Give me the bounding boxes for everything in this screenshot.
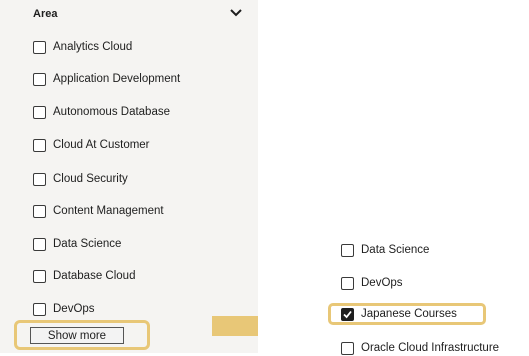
area-filter-title: Area: [33, 8, 58, 20]
filter-option-autonomous-database[interactable]: Autonomous Database: [33, 104, 170, 120]
chevron-down-icon[interactable]: [229, 8, 243, 18]
filter-option-label: Database Cloud: [53, 270, 136, 282]
area-filter-panel: Area Analytics Cloud Application Develop…: [0, 0, 258, 353]
filter-option-label: Oracle Cloud Infrastructure: [361, 342, 500, 354]
checkbox[interactable]: [33, 40, 46, 54]
expanded-filter-panel: Data Science DevOps Japanese Courses Ora…: [258, 226, 529, 356]
checkbox[interactable]: [33, 302, 46, 316]
filter-option-label: Content Management: [53, 205, 164, 217]
filter-option-label: Autonomous Database: [53, 106, 170, 118]
filter-option-devops[interactable]: DevOps: [341, 275, 403, 291]
filter-option-label: Cloud Security: [53, 173, 128, 185]
checkbox[interactable]: [341, 276, 354, 290]
checkbox[interactable]: [33, 204, 46, 218]
checkbox[interactable]: [33, 237, 46, 251]
filter-option-label: DevOps: [361, 277, 403, 289]
filter-option-label: Japanese Courses: [361, 308, 457, 320]
filter-option-label: Cloud At Customer: [53, 139, 150, 151]
filter-option-cloud-security[interactable]: Cloud Security: [33, 171, 128, 187]
checkbox[interactable]: [33, 72, 46, 86]
show-more-button[interactable]: Show more: [30, 327, 124, 344]
checkmark-icon: [343, 310, 352, 318]
filter-option-label: DevOps: [53, 303, 95, 315]
filter-option-label: Data Science: [361, 244, 430, 256]
checkbox[interactable]: [341, 243, 354, 257]
filter-option-label: Application Development: [53, 73, 181, 85]
filter-option-japanese-courses[interactable]: Japanese Courses: [341, 306, 457, 322]
checkbox[interactable]: [33, 105, 46, 119]
filter-option-oracle-cloud-infrastructure[interactable]: Oracle Cloud Infrastructure: [341, 340, 499, 356]
filter-option-cloud-at-customer[interactable]: Cloud At Customer: [33, 137, 150, 153]
checkbox[interactable]: [33, 172, 46, 186]
filter-option-database-cloud[interactable]: Database Cloud: [33, 268, 135, 284]
filter-option-data-science[interactable]: Data Science: [341, 242, 429, 258]
filter-option-data-science[interactable]: Data Science: [33, 236, 121, 252]
filter-option-application-development[interactable]: Application Development: [33, 71, 180, 87]
filter-option-analytics-cloud[interactable]: Analytics Cloud: [33, 39, 132, 55]
checkbox[interactable]: [33, 269, 46, 283]
filter-option-label: Analytics Cloud: [53, 41, 133, 53]
filter-option-content-management[interactable]: Content Management: [33, 203, 164, 219]
checkbox[interactable]: [33, 138, 46, 152]
filter-option-devops[interactable]: DevOps: [33, 301, 95, 317]
filter-option-label: Data Science: [53, 238, 122, 250]
checkbox-checked[interactable]: [341, 307, 354, 321]
